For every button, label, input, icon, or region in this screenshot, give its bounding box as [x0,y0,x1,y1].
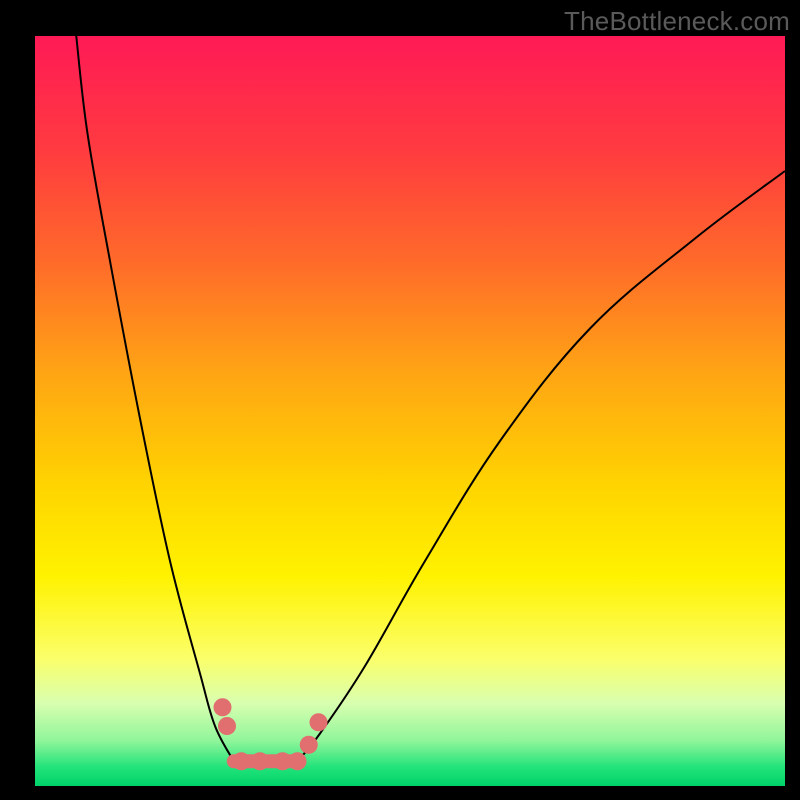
curve-right-branch [298,171,786,761]
data-marker [214,698,232,716]
data-marker [300,736,318,754]
data-marker [289,752,307,770]
chart-svg [35,36,785,786]
data-marker [251,752,269,770]
data-marker [218,717,236,735]
chart-area [35,36,785,786]
data-marker [310,713,328,731]
curve-left-branch [76,36,234,761]
data-marker [232,752,250,770]
watermark-text: TheBottleneck.com [564,6,790,37]
